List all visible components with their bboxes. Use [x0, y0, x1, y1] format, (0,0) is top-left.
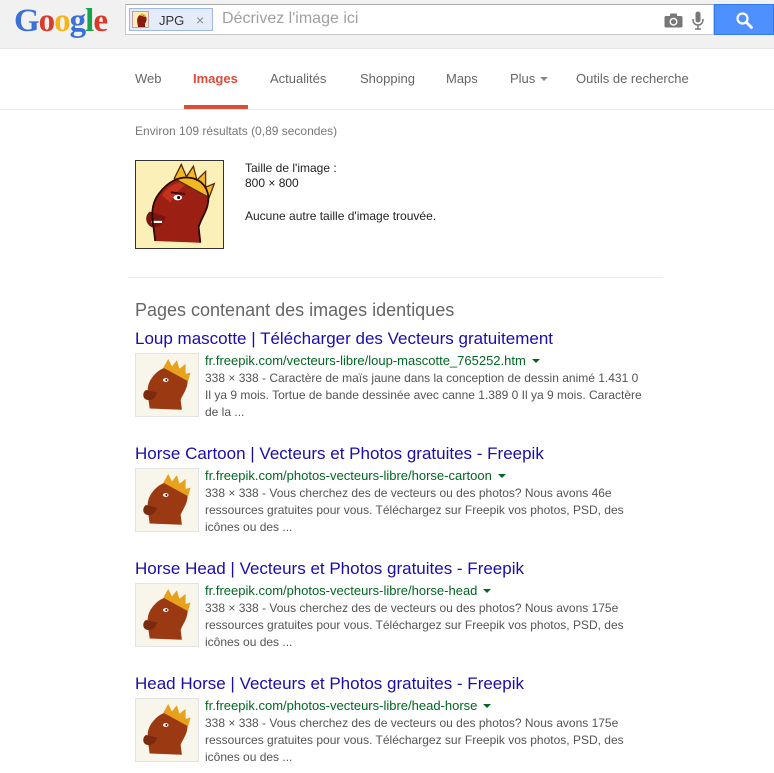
result-title-link[interactable]: Head Horse | Vecteurs et Photos gratuite…: [135, 674, 655, 694]
result-url-text: fr.freepik.com/photos-vecteurs-libre/hea…: [205, 698, 478, 713]
result-snippet: 338 × 338 - Caractère de maïs jaune dans…: [205, 371, 642, 419]
logo-letter: o: [38, 3, 55, 39]
result-item: Head Horse | Vecteurs et Photos gratuite…: [135, 674, 655, 770]
tab-search-tools[interactable]: Outils de recherche: [576, 71, 689, 86]
result-url[interactable]: fr.freepik.com/photos-vecteurs-libre/hor…: [205, 468, 506, 483]
top-bar: Google JPG ×: [0, 0, 774, 49]
active-tab-indicator: [184, 105, 248, 109]
result-title-link[interactable]: Horse Head | Vecteurs et Photos gratuite…: [135, 559, 655, 579]
tab-plus-label: Plus: [510, 71, 536, 86]
chip-thumbnail: [132, 11, 149, 28]
horse-head-image: [136, 161, 223, 248]
no-other-sizes-text: Aucune autre taille d'image trouvée.: [245, 209, 437, 223]
result-body: fr.freepik.com/photos-vecteurs-libre/hor…: [135, 468, 655, 540]
chevron-down-icon[interactable]: [531, 358, 540, 363]
result-thumbnail[interactable]: [135, 353, 199, 417]
tab-web[interactable]: Web: [135, 71, 162, 86]
tab-shopping[interactable]: Shopping: [360, 71, 415, 86]
logo-letter: G: [14, 3, 40, 39]
image-query-chip[interactable]: JPG ×: [129, 8, 213, 31]
result-snippet: 338 × 338 - Vous cherchez des de vecteur…: [205, 601, 624, 649]
image-size-info: Taille de l'image : 800 × 800: [245, 161, 337, 191]
search-tabs: Web Images Actualités Shopping Maps Plus…: [0, 50, 774, 110]
result-url-text: fr.freepik.com/photos-vecteurs-libre/hor…: [205, 468, 492, 483]
result-thumbnail[interactable]: [135, 468, 199, 532]
logo-letter: g: [69, 3, 86, 39]
search-box[interactable]: JPG ×: [125, 4, 714, 35]
result-thumbnail[interactable]: [135, 698, 199, 762]
horse-head-image: [136, 699, 198, 761]
result-url[interactable]: fr.freepik.com/vecteurs-libre/loup-masco…: [205, 353, 540, 368]
logo-letter: e: [93, 3, 108, 39]
tab-actualites[interactable]: Actualités: [270, 71, 326, 86]
result-url-text: fr.freepik.com/photos-vecteurs-libre/hor…: [205, 583, 478, 598]
chip-label: JPG: [159, 13, 185, 28]
result-body: fr.freepik.com/vecteurs-libre/loup-masco…: [135, 353, 655, 425]
search-input[interactable]: [222, 10, 642, 28]
divider: [128, 277, 663, 278]
logo-letter: o: [54, 3, 70, 39]
microphone-icon[interactable]: [692, 11, 704, 30]
google-logo[interactable]: Google: [14, 3, 108, 39]
tab-images[interactable]: Images: [193, 71, 238, 86]
result-url-text: fr.freepik.com/vecteurs-libre/loup-masco…: [205, 353, 526, 368]
result-stats: Environ 109 résultats (0,89 secondes): [135, 124, 338, 138]
chevron-down-icon: [540, 76, 549, 81]
chevron-down-icon[interactable]: [497, 473, 506, 478]
result-item: Horse Cartoon | Vecteurs et Photos gratu…: [135, 444, 655, 540]
result-url[interactable]: fr.freepik.com/photos-vecteurs-libre/hor…: [205, 583, 492, 598]
result-thumbnail[interactable]: [135, 583, 199, 647]
horse-head-image: [136, 469, 198, 531]
chevron-down-icon[interactable]: [483, 588, 492, 593]
chip-close-icon[interactable]: ×: [196, 12, 204, 28]
result-title-link[interactable]: Horse Cartoon | Vecteurs et Photos gratu…: [135, 444, 655, 464]
chevron-down-icon[interactable]: [483, 703, 492, 708]
tab-maps[interactable]: Maps: [446, 71, 478, 86]
search-icon: [736, 12, 753, 29]
result-item: Horse Head | Vecteurs et Photos gratuite…: [135, 559, 655, 655]
horse-head-image: [136, 354, 198, 416]
result-snippet: 338 × 338 - Vous cherchez des de vecteur…: [205, 486, 624, 534]
image-size-value: 800 × 800: [245, 176, 299, 190]
result-body: fr.freepik.com/photos-vecteurs-libre/hea…: [135, 698, 655, 770]
result-body: fr.freepik.com/photos-vecteurs-libre/hor…: [135, 583, 655, 655]
result-item: Loup mascotte | Télécharger des Vecteurs…: [135, 329, 655, 425]
camera-icon[interactable]: [664, 13, 683, 28]
result-title-link[interactable]: Loup mascotte | Télécharger des Vecteurs…: [135, 329, 655, 349]
result-url[interactable]: fr.freepik.com/photos-vecteurs-libre/hea…: [205, 698, 492, 713]
search-button[interactable]: [714, 4, 774, 35]
tab-plus[interactable]: Plus: [510, 71, 549, 86]
image-size-label: Taille de l'image :: [245, 161, 337, 175]
query-image-thumbnail[interactable]: [135, 160, 224, 249]
section-title: Pages contenant des images identiques: [135, 300, 455, 320]
horse-head-image: [136, 584, 198, 646]
result-snippet: 338 × 338 - Vous cherchez des de vecteur…: [205, 716, 624, 764]
